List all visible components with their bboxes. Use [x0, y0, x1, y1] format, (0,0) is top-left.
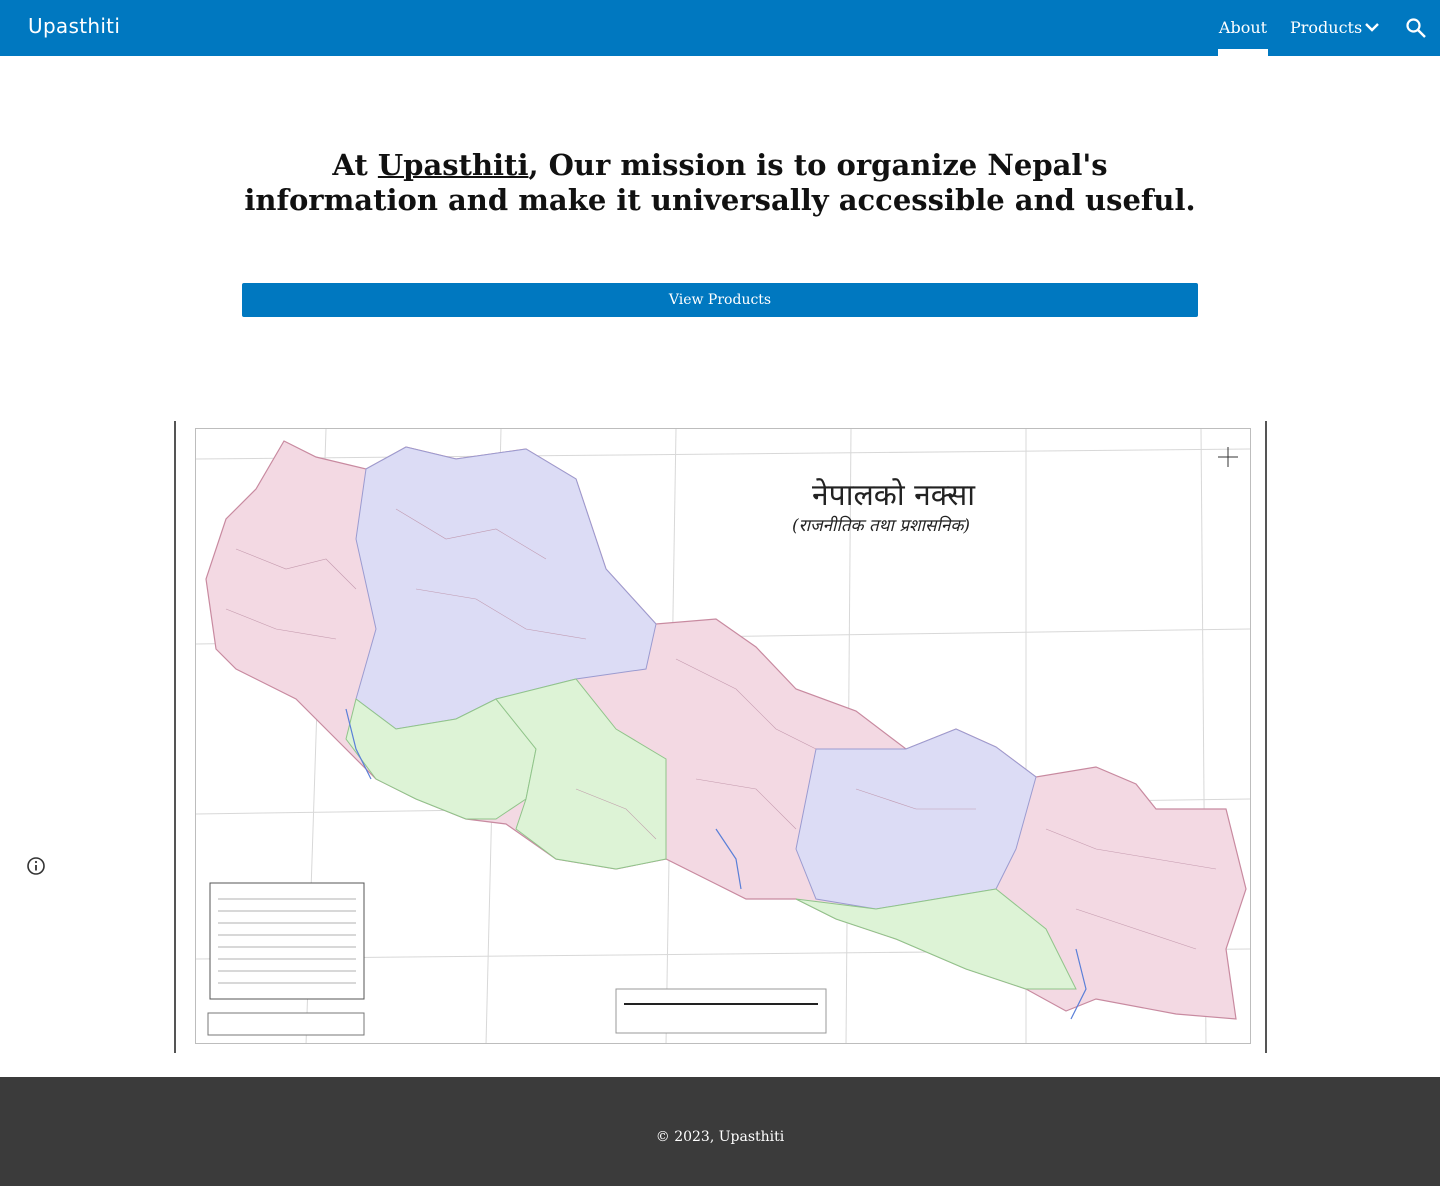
map-drawing	[196, 429, 1250, 1043]
headline-prefix: At	[332, 148, 378, 182]
site-footer: © 2023, Upasthiti	[0, 1077, 1440, 1186]
search-icon[interactable]	[1404, 16, 1428, 40]
map-region-blue-east	[795, 728, 1037, 910]
chevron-down-icon[interactable]	[1362, 20, 1382, 36]
map-scale-box	[615, 988, 827, 1034]
nepal-map-image: नेपालको नक्सा (राजनीतिक तथा प्रशासनिक)	[174, 421, 1267, 1053]
top-navigation-bar: Upasthiti About Products	[0, 0, 1440, 56]
active-nav-indicator	[1218, 49, 1268, 56]
info-icon[interactable]	[26, 856, 46, 876]
map-subtitle: (राजनीतिक तथा प्रशासनिक)	[792, 516, 971, 536]
north-arrow-icon	[1218, 447, 1238, 467]
map-legend-box	[209, 882, 365, 1000]
map-notes-box	[207, 1012, 365, 1036]
upasthiti-link[interactable]: Upasthiti	[378, 148, 529, 182]
map-canvas: नेपालको नक्सा (राजनीतिक तथा प्रशासनिक)	[195, 428, 1251, 1044]
view-products-button[interactable]: View Products	[242, 283, 1198, 317]
copyright-text: © 2023, Upasthiti	[655, 1129, 785, 1145]
map-title: नेपालको नक्सा	[812, 478, 976, 513]
mission-headline: At Upasthiti, Our mission is to organize…	[240, 148, 1200, 218]
nav-item-products[interactable]: Products	[1290, 0, 1362, 56]
nav-item-about[interactable]: About	[1218, 0, 1268, 56]
site-title[interactable]: Upasthiti	[28, 14, 120, 38]
